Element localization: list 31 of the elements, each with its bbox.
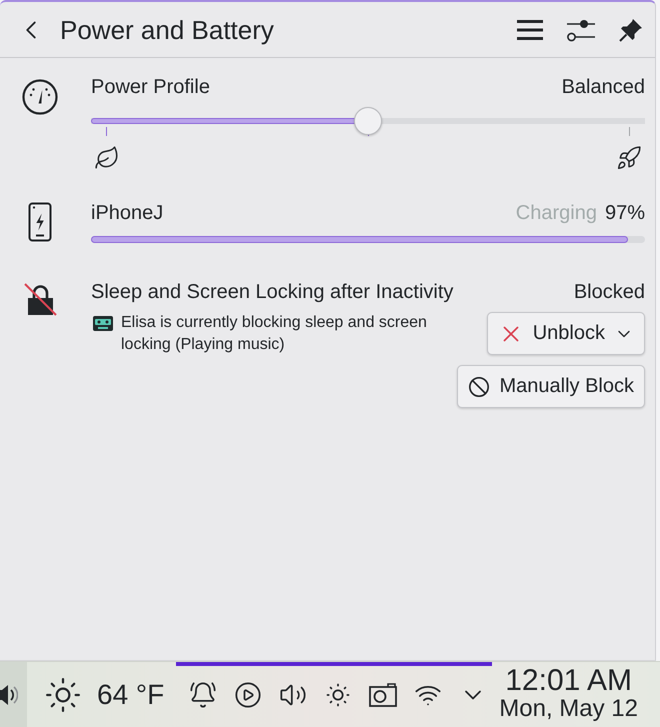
block-icon: [468, 376, 490, 398]
charging-status: Charging: [516, 201, 597, 225]
task-button[interactable]: [0, 662, 27, 727]
phone-charging-icon: [28, 202, 52, 242]
power-profile-value: Balanced: [562, 75, 645, 99]
leaf-icon: [94, 145, 120, 171]
sun-icon: [44, 676, 82, 714]
window-title: Power and Battery: [60, 14, 274, 46]
clock[interactable]: 12:01 AM Mon, May 12: [499, 666, 660, 722]
power-profile-label: Power Profile: [91, 75, 210, 99]
battery-percent: 97%: [604, 201, 645, 225]
bell-icon[interactable]: [189, 680, 218, 708]
action-button[interactable]: Manually Block: [457, 365, 645, 408]
sliders-icon[interactable]: [567, 18, 595, 42]
weather-widget[interactable]: 64 °F: [44, 676, 164, 714]
inhibition-title: Sleep and Screen Locking after Inactivity: [91, 280, 454, 304]
camera-icon[interactable]: [369, 682, 398, 706]
pin-icon[interactable]: [619, 18, 643, 42]
inhibition-reason: Elisa is currently blocking sleep and screen locking (Playing music): [121, 313, 428, 355]
inhibition-state: Blocked: [574, 280, 645, 304]
slider-handle[interactable]: [354, 107, 382, 135]
rocket-icon: [616, 145, 642, 171]
dropdown-button[interactable]: Unblock: [486, 312, 645, 355]
gauge-icon: [22, 79, 58, 115]
brightness-icon[interactable]: [324, 680, 352, 708]
speaker-icon: [0, 682, 18, 706]
play-icon[interactable]: [234, 680, 262, 708]
cassette-icon: [93, 316, 113, 331]
device-name: iPhoneJ: [91, 201, 164, 225]
lock-blocked-icon: [24, 283, 56, 316]
menu-icon[interactable]: [517, 20, 543, 40]
